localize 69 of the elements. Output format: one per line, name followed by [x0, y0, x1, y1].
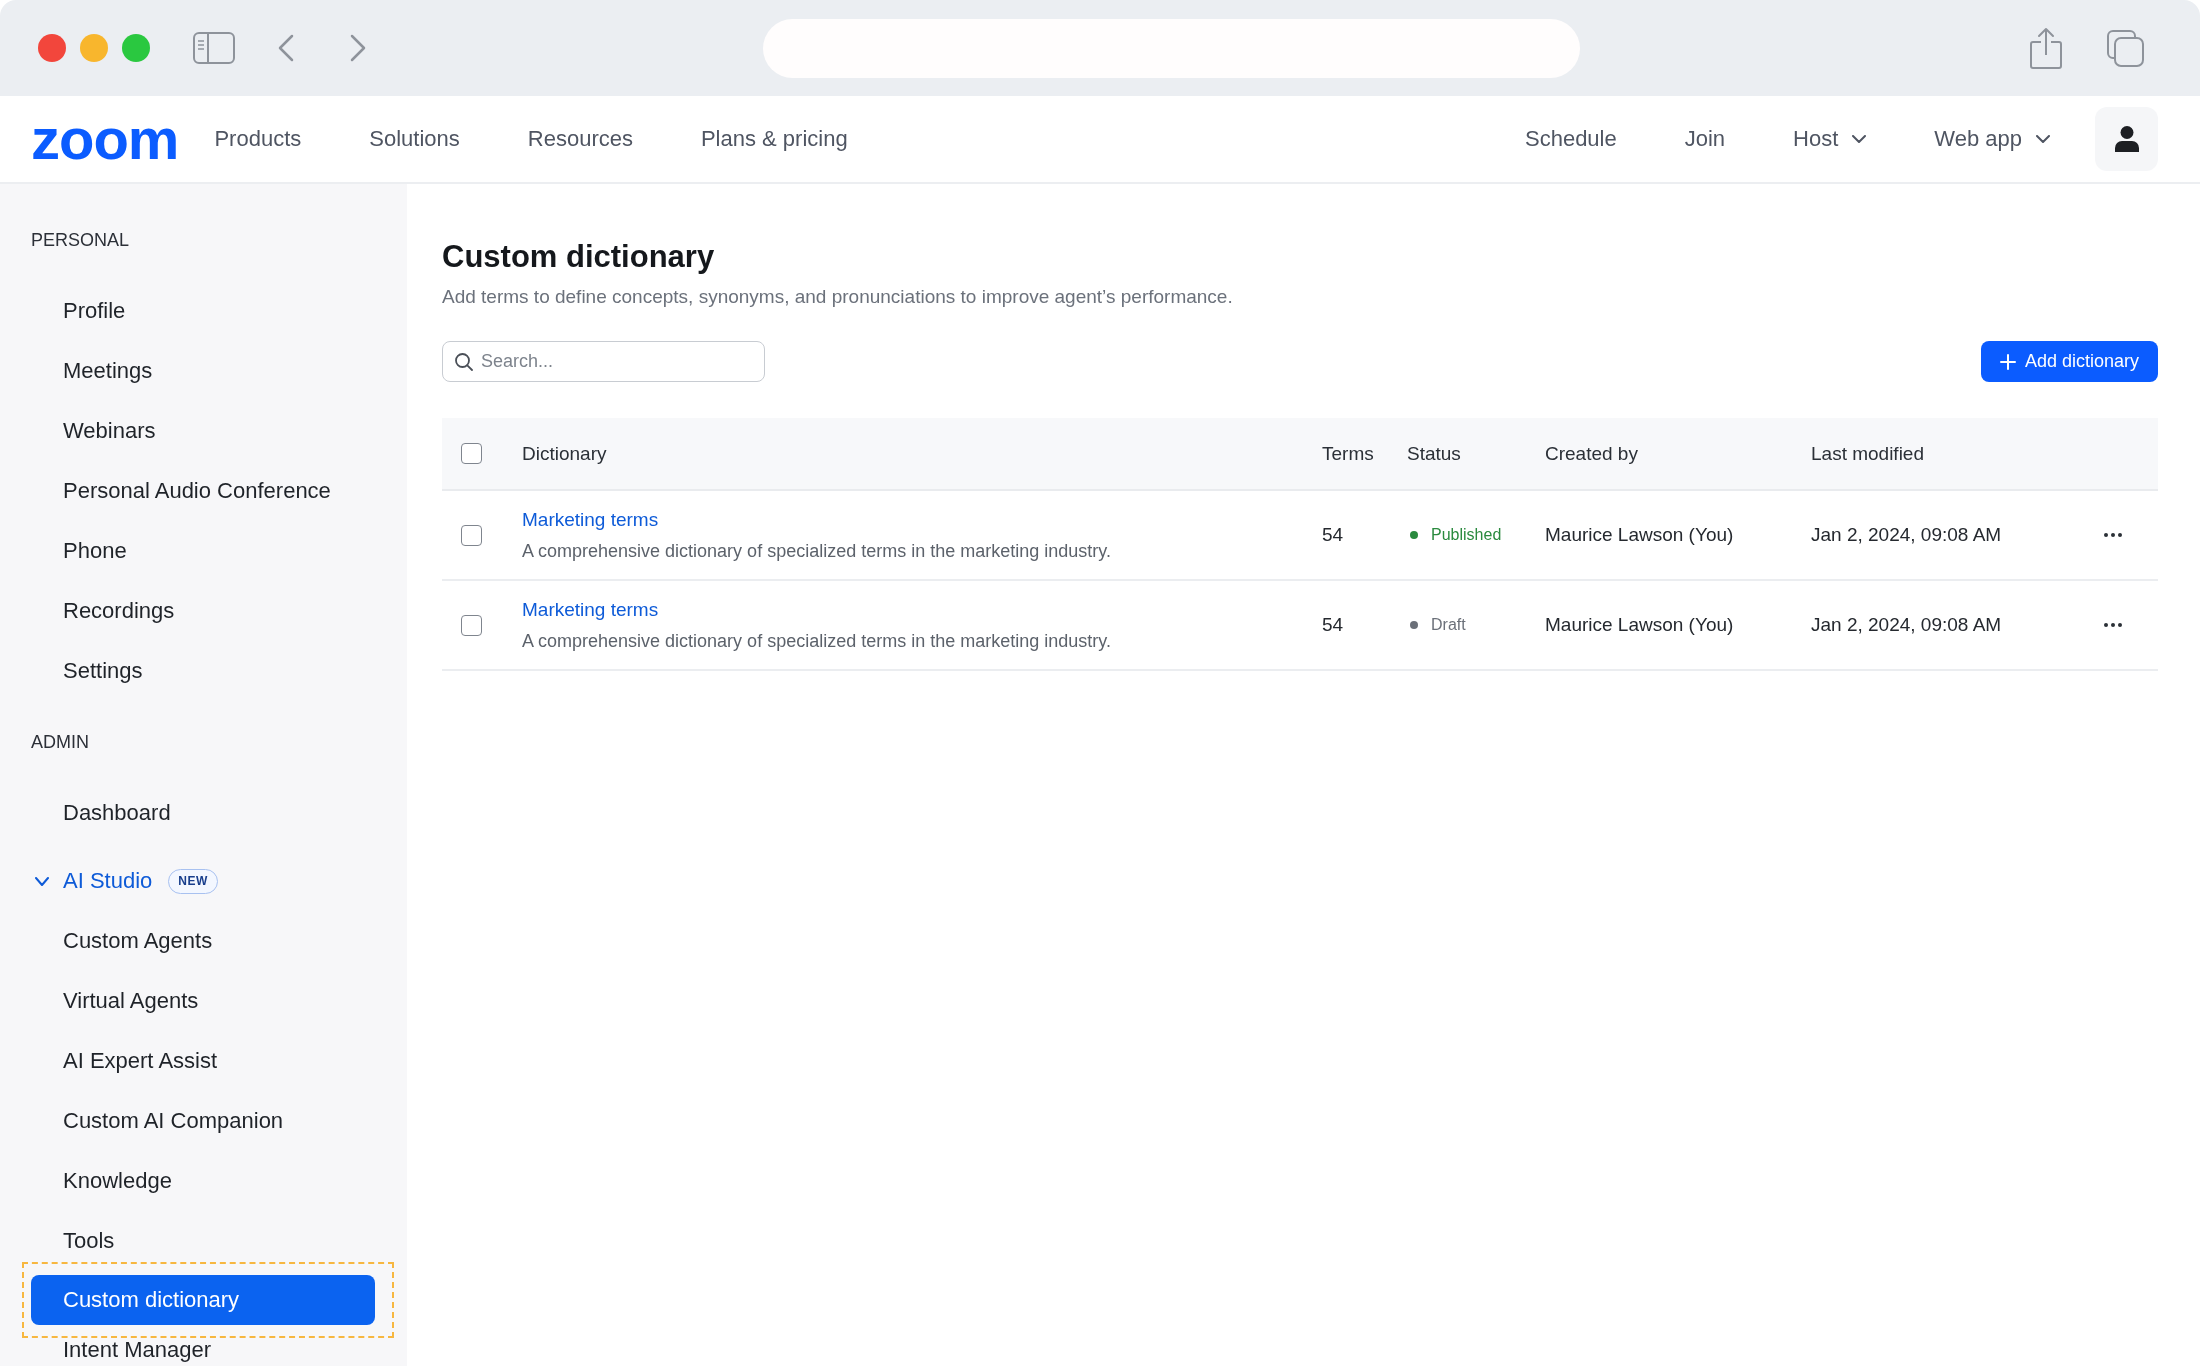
- sidebar-item[interactable]: Meetings: [63, 358, 153, 384]
- modified-date: Jan 2, 2024, 09:08 AM: [1811, 614, 2002, 636]
- column-header: Last modified: [1811, 442, 1924, 465]
- nav-link[interactable]: Resources: [527, 126, 633, 152]
- forward-icon[interactable]: [350, 34, 366, 62]
- user-icon: [2114, 126, 2139, 152]
- chevron-down-icon[interactable]: [35, 876, 49, 886]
- sidebar-item[interactable]: Personal Audio Conference: [63, 478, 331, 504]
- section-heading: PERSONAL: [30, 229, 131, 252]
- nav-link[interactable]: Schedule: [1525, 126, 1617, 152]
- account-button[interactable]: [2095, 107, 2158, 171]
- sidebar-item[interactable]: Tools: [63, 1228, 115, 1254]
- tabs-icon[interactable]: [2106, 29, 2144, 67]
- chevron-down-icon: [2036, 135, 2050, 143]
- checkbox[interactable]: [461, 443, 482, 464]
- section-heading: ADMIN: [30, 731, 90, 754]
- sidebar-toggle-icon[interactable]: [193, 32, 235, 64]
- sidebar-item[interactable]: Custom Agents: [63, 928, 213, 954]
- sidebar-item[interactable]: Intent Manager: [63, 1337, 211, 1363]
- dictionary-name-link[interactable]: Marketing terms: [522, 505, 659, 534]
- status-label: Published: [1431, 526, 1502, 544]
- modified-date: Jan 2, 2024, 09:08 AM: [1811, 524, 2002, 546]
- nav-link[interactable]: Join: [1684, 126, 1726, 152]
- plus-icon: [1999, 353, 2016, 370]
- more-icon: [2104, 533, 2122, 537]
- add-dictionary-button[interactable]: Add dictionary: [1980, 341, 2158, 382]
- back-icon[interactable]: [278, 34, 294, 62]
- sidebar-item[interactable]: Knowledge: [63, 1168, 172, 1194]
- close-window-icon[interactable]: [38, 34, 66, 62]
- checkbox[interactable]: [461, 524, 482, 546]
- column-header: Dictionary: [522, 442, 607, 465]
- creator-name: Maurice Lawson (You): [1545, 524, 1734, 546]
- terms-count: 54: [1322, 524, 1344, 546]
- column-header: Created by: [1545, 442, 1638, 465]
- creator-name: Maurice Lawson (You): [1545, 614, 1734, 636]
- sidebar-item[interactable]: Recordings: [63, 598, 175, 624]
- sidebar-item[interactable]: Settings: [63, 658, 143, 684]
- column-header: Status: [1407, 442, 1461, 465]
- sidebar-item[interactable]: Phone: [63, 538, 127, 564]
- nav-link[interactable]: Solutions: [369, 126, 460, 152]
- terms-count: 54: [1322, 614, 1344, 636]
- nav-link[interactable]: Plans & pricing: [700, 126, 848, 152]
- nav-link[interactable]: Products: [214, 126, 302, 152]
- share-icon[interactable]: [2030, 27, 2062, 69]
- dictionary-description: A comprehensive dictionary of specialized terms in the marketing industry.: [522, 539, 1111, 563]
- nav-menu-link[interactable]: Web app: [1934, 126, 2050, 152]
- sidebar-item[interactable]: Profile: [63, 298, 126, 324]
- sidebar-item[interactable]: Webinars: [63, 418, 156, 444]
- sidebar-group-item[interactable]: AI Studio: [63, 868, 153, 894]
- sidebar-item[interactable]: Custom dictionary: [31, 1275, 375, 1325]
- more-icon: [2104, 623, 2122, 627]
- sidebar-item[interactable]: Virtual Agents: [63, 988, 199, 1014]
- maximize-window-icon[interactable]: [122, 34, 150, 62]
- chevron-down-icon: [1852, 135, 1867, 143]
- sidebar-item[interactable]: AI Expert Assist: [63, 1048, 218, 1074]
- search-field[interactable]: Search...: [442, 341, 765, 382]
- page-description: Add terms to define concepts, synonyms, and pronunciations to improve agent’s performance.: [442, 285, 1233, 309]
- nav-menu-link[interactable]: Host: [1793, 126, 1867, 152]
- search-icon: [455, 352, 473, 371]
- sidebar-item[interactable]: Custom AI Companion: [63, 1108, 284, 1134]
- dictionary-name-link[interactable]: Marketing terms: [522, 595, 659, 624]
- status-label: Draft: [1431, 616, 1466, 634]
- page-title: Custom dictionary: [442, 238, 715, 276]
- logo[interactable]: zoom: [31, 110, 179, 168]
- column-header: Terms: [1322, 442, 1374, 465]
- sidebar-item[interactable]: Dashboard: [63, 800, 171, 826]
- dictionary-description: A comprehensive dictionary of specialized terms in the marketing industry.: [522, 629, 1111, 653]
- new-badge: NEW: [168, 868, 218, 894]
- checkbox[interactable]: [461, 614, 482, 636]
